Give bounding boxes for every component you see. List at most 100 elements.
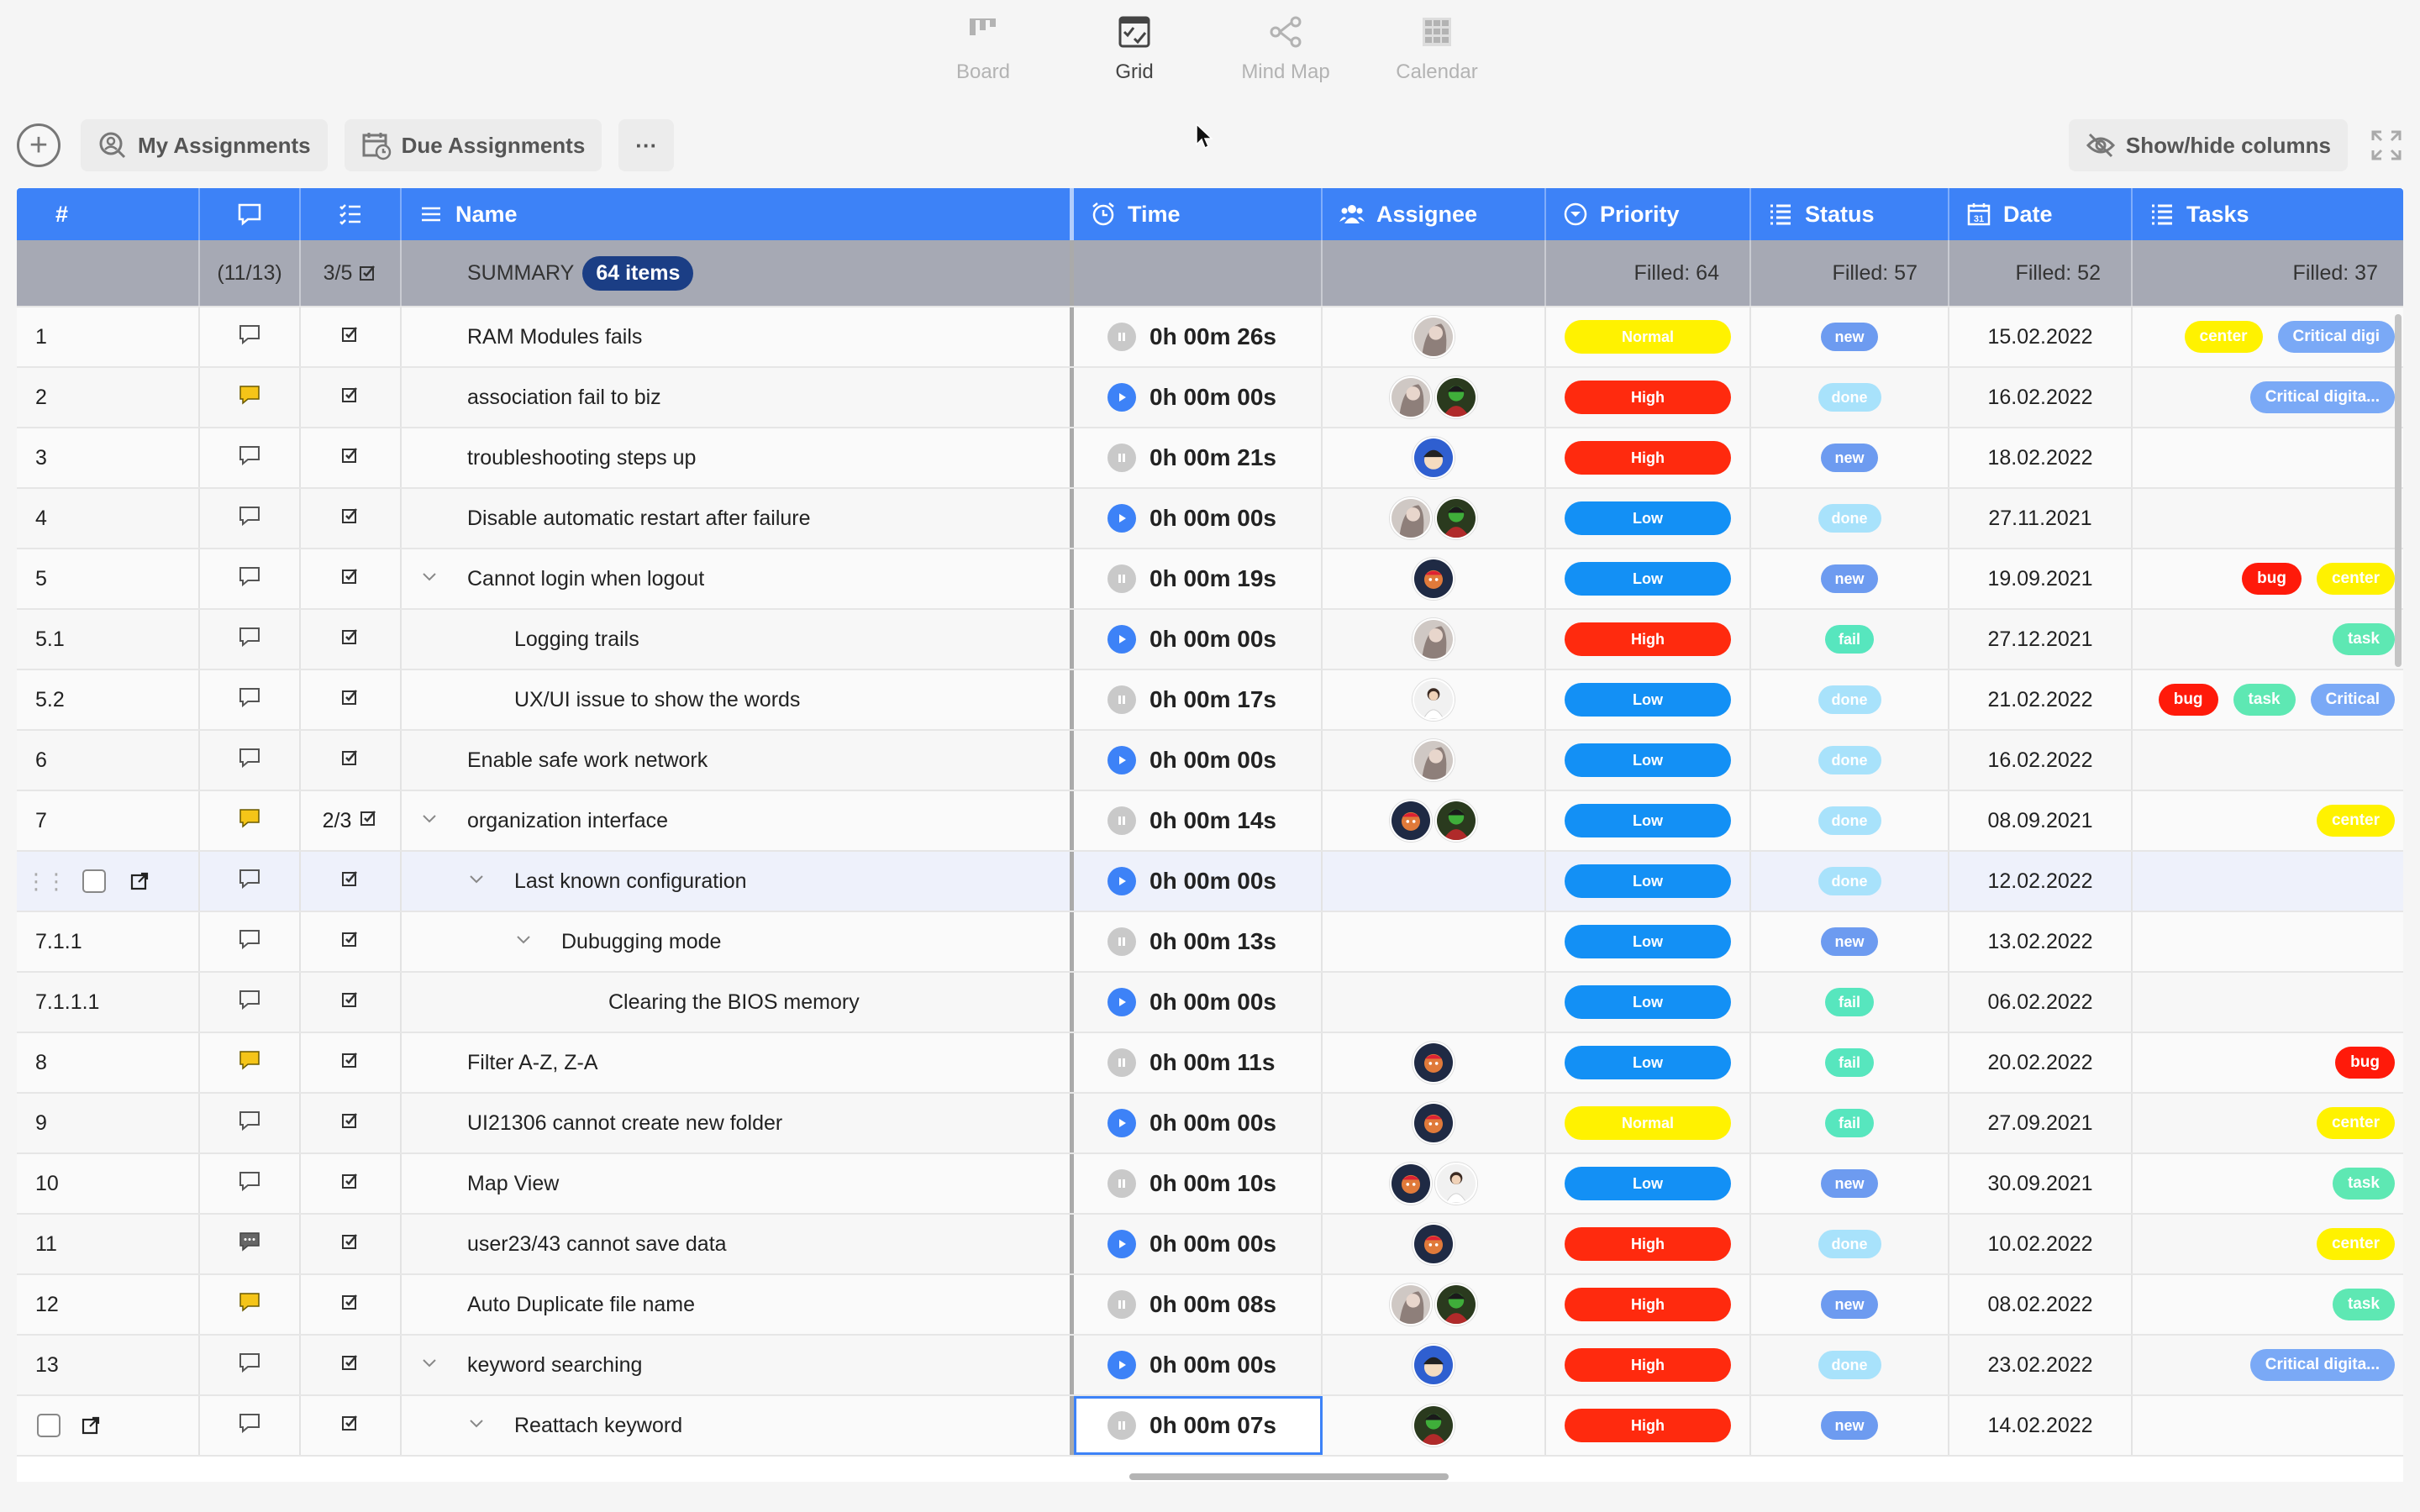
comment-icon[interactable] bbox=[238, 1231, 261, 1258]
avatar[interactable] bbox=[1413, 1102, 1455, 1144]
checklist-cell[interactable] bbox=[301, 307, 402, 366]
priority-pill[interactable]: Low bbox=[1565, 1046, 1731, 1079]
checklist-icon[interactable] bbox=[341, 1232, 360, 1257]
table-row[interactable]: 5.1 Logging trails 0h 00m 00s High fail 27.12… bbox=[17, 610, 2403, 670]
time-cell[interactable]: 0h 00m 00s bbox=[1074, 973, 1323, 1032]
table-row[interactable]: 9 UI21306 cannot create new folder 0h 00m … bbox=[17, 1094, 2403, 1154]
checklist-cell[interactable] bbox=[301, 973, 402, 1032]
status-cell[interactable]: new bbox=[1751, 307, 1949, 366]
comment-icon[interactable] bbox=[238, 1412, 261, 1440]
task-name[interactable]: Enable safe work network bbox=[467, 748, 708, 773]
status-pill[interactable]: new bbox=[1821, 1411, 1878, 1440]
name-cell[interactable]: keyword searching bbox=[402, 1336, 1074, 1394]
task-tag[interactable]: Critical bbox=[2310, 684, 2395, 716]
assignee-cell[interactable] bbox=[1323, 973, 1546, 1032]
priority-pill[interactable]: Low bbox=[1565, 683, 1731, 717]
pause-timer-icon[interactable] bbox=[1107, 1169, 1136, 1198]
view-grid[interactable]: Grid bbox=[1059, 0, 1210, 109]
status-cell[interactable]: new bbox=[1751, 428, 1949, 487]
status-cell[interactable]: fail bbox=[1751, 1094, 1949, 1152]
tasks-cell[interactable]: center bbox=[2133, 1094, 2403, 1152]
table-row[interactable]: 13 keyword searching 0h 00m 00s High done 23.… bbox=[17, 1336, 2403, 1396]
status-pill[interactable]: new bbox=[1821, 1169, 1878, 1198]
status-pill[interactable]: done bbox=[1818, 1230, 1881, 1258]
date-cell[interactable]: 12.02.2022 bbox=[1949, 852, 2133, 911]
checklist-cell[interactable] bbox=[301, 670, 402, 729]
checklist-icon[interactable] bbox=[341, 930, 360, 954]
table-row[interactable]: 1 RAM Modules fails 0h 00m 26s Normal new 15.… bbox=[17, 307, 2403, 368]
play-timer-icon[interactable] bbox=[1107, 1109, 1136, 1137]
priority-pill[interactable]: Low bbox=[1565, 864, 1731, 898]
task-name[interactable]: Dubugging mode bbox=[561, 930, 721, 954]
status-cell[interactable]: done bbox=[1751, 368, 1949, 427]
checklist-icon[interactable] bbox=[341, 990, 360, 1015]
avatar[interactable] bbox=[1413, 558, 1455, 600]
name-cell[interactable]: Logging trails bbox=[402, 610, 1074, 669]
assignee-cell[interactable] bbox=[1323, 307, 1546, 366]
show-hide-columns-button[interactable]: Show/hide columns bbox=[2068, 119, 2348, 171]
time-cell[interactable]: 0h 00m 00s bbox=[1074, 1215, 1323, 1273]
checklist-cell[interactable] bbox=[301, 852, 402, 911]
checklist-icon[interactable] bbox=[341, 1414, 360, 1438]
priority-pill[interactable]: Low bbox=[1565, 743, 1731, 777]
name-cell[interactable]: troubleshooting steps up bbox=[402, 428, 1074, 487]
table-row[interactable]: 10 Map View 0h 00m 10s Low new 30.09.2021 task bbox=[17, 1154, 2403, 1215]
assignee-cell[interactable] bbox=[1323, 1336, 1546, 1394]
task-name[interactable]: organization interface bbox=[467, 809, 668, 833]
task-tag[interactable]: center bbox=[2316, 1107, 2395, 1139]
date-cell[interactable]: 13.02.2022 bbox=[1949, 912, 2133, 971]
time-cell[interactable]: 0h 00m 26s bbox=[1074, 307, 1323, 366]
checklist-cell[interactable] bbox=[301, 1275, 402, 1334]
view-calendar[interactable]: Calendar bbox=[1361, 0, 1512, 109]
time-cell[interactable]: 0h 00m 00s bbox=[1074, 1336, 1323, 1394]
name-cell[interactable]: Clearing the BIOS memory bbox=[402, 973, 1074, 1032]
status-pill[interactable]: new bbox=[1821, 927, 1878, 956]
assignee-cell[interactable] bbox=[1323, 852, 1546, 911]
checklist-cell[interactable] bbox=[301, 489, 402, 548]
checklist-cell[interactable] bbox=[301, 368, 402, 427]
assignee-cell[interactable] bbox=[1323, 791, 1546, 850]
table-row[interactable]: 4 Disable automatic restart after failure… bbox=[17, 489, 2403, 549]
time-cell[interactable]: 0h 00m 00s bbox=[1074, 852, 1323, 911]
comment-icon[interactable] bbox=[238, 747, 261, 774]
assignee-cell[interactable] bbox=[1323, 1396, 1546, 1455]
status-pill[interactable]: fail bbox=[1824, 625, 1874, 654]
avatar[interactable] bbox=[1413, 316, 1455, 358]
task-tag[interactable]: center bbox=[2316, 1228, 2395, 1260]
date-cell[interactable]: 08.02.2022 bbox=[1949, 1275, 2133, 1334]
task-name[interactable]: Filter A-Z, Z-A bbox=[467, 1051, 598, 1075]
task-name[interactable]: Last known configuration bbox=[514, 869, 747, 894]
checklist-cell[interactable] bbox=[301, 428, 402, 487]
task-tag[interactable]: task bbox=[2233, 684, 2296, 716]
table-row[interactable]: 7 2/3 organization interface 0h 00m 14s Low d… bbox=[17, 791, 2403, 852]
table-row[interactable]: 7.1.1 Dubugging mode 0h 00m 13s Low new 13.02… bbox=[17, 912, 2403, 973]
priority-pill[interactable]: Normal bbox=[1565, 320, 1731, 354]
tasks-cell[interactable]: center bbox=[2133, 1215, 2403, 1273]
priority-cell[interactable]: High bbox=[1546, 1275, 1751, 1334]
status-pill[interactable]: done bbox=[1818, 685, 1881, 714]
checklist-icon[interactable] bbox=[341, 1293, 360, 1317]
comment-cell[interactable] bbox=[200, 1033, 301, 1092]
pause-timer-icon[interactable] bbox=[1107, 323, 1136, 351]
name-cell[interactable]: user23/43 cannot save data bbox=[402, 1215, 1074, 1273]
col-assignee-header[interactable]: Assignee bbox=[1323, 188, 1546, 240]
col-priority-header[interactable]: Priority bbox=[1546, 188, 1751, 240]
time-cell[interactable]: 0h 00m 08s bbox=[1074, 1275, 1323, 1334]
assignee-cell[interactable] bbox=[1323, 731, 1546, 790]
tasks-cell[interactable]: task bbox=[2133, 1275, 2403, 1334]
tasks-cell[interactable]: Critical digita... bbox=[2133, 1336, 2403, 1394]
comment-icon[interactable] bbox=[238, 1291, 261, 1319]
task-name[interactable]: user23/43 cannot save data bbox=[467, 1232, 727, 1257]
view-mind-map[interactable]: Mind Map bbox=[1210, 0, 1361, 109]
priority-cell[interactable]: Low bbox=[1546, 549, 1751, 608]
status-cell[interactable]: done bbox=[1751, 731, 1949, 790]
comment-cell[interactable] bbox=[200, 428, 301, 487]
task-tag[interactable]: Critical digita... bbox=[2249, 381, 2395, 413]
task-name[interactable]: troubleshooting steps up bbox=[467, 446, 696, 470]
comment-cell[interactable] bbox=[200, 791, 301, 850]
status-pill[interactable]: done bbox=[1818, 746, 1881, 774]
drag-handle-icon[interactable]: ⋮⋮ bbox=[25, 869, 67, 895]
priority-pill[interactable]: High bbox=[1565, 1227, 1731, 1261]
tasks-cell[interactable]: bug center bbox=[2133, 549, 2403, 608]
comment-icon[interactable] bbox=[238, 565, 261, 593]
